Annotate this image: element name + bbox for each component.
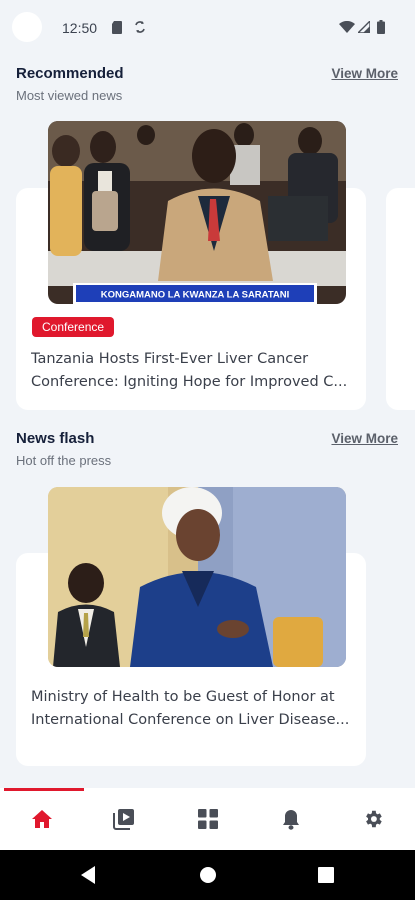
video-library-icon (113, 809, 134, 830)
news-flash-photo (48, 487, 346, 667)
gear-icon (366, 810, 382, 828)
bottom-navigation (0, 788, 415, 850)
nav-settings[interactable] (356, 802, 390, 836)
recommended-title: Recommended (16, 65, 124, 82)
system-navigation-bar (0, 850, 415, 900)
home-button-icon[interactable] (199, 866, 217, 884)
photo-caption-banner: KONGAMANO LA KWANZA LA SARATANI (101, 290, 290, 301)
recommended-news-photo: KONGAMANO LA KWANZA LA SARATANI (48, 121, 346, 304)
recommended-subtitle: Most viewed news (16, 88, 123, 103)
bell-icon (283, 809, 299, 830)
recents-icon[interactable] (318, 867, 334, 883)
news-flash-view-more-link[interactable]: View More (331, 431, 398, 446)
battery-icon (377, 20, 385, 34)
home-icon (32, 810, 52, 828)
active-tab-indicator (4, 788, 84, 791)
wifi-icon (339, 21, 355, 33)
category-tag[interactable]: Conference (32, 317, 115, 337)
signal-icon (358, 21, 370, 33)
status-bar: 12:50 (0, 0, 415, 60)
nav-categories[interactable] (191, 802, 225, 836)
nav-videos[interactable] (107, 802, 141, 836)
news-flash-subtitle: Hot off the press (16, 453, 112, 468)
grid-icon (198, 809, 218, 829)
sim-card-icon (112, 21, 122, 34)
avatar[interactable] (12, 12, 42, 42)
sync-icon (135, 21, 145, 33)
back-icon[interactable] (80, 865, 96, 885)
recommended-news-headline[interactable]: Tanzania Hosts First-Ever Liver Cancer C… (31, 348, 353, 394)
recommended-view-more-link[interactable]: View More (331, 66, 398, 81)
nav-notifications[interactable] (274, 802, 308, 836)
news-flash-headline[interactable]: Ministry of Health to be Guest of Honor … (31, 686, 353, 732)
news-flash-title: News flash (16, 430, 95, 447)
nav-home[interactable] (25, 802, 59, 836)
next-card-peek[interactable] (386, 188, 415, 410)
status-clock: 12:50 (62, 20, 98, 36)
